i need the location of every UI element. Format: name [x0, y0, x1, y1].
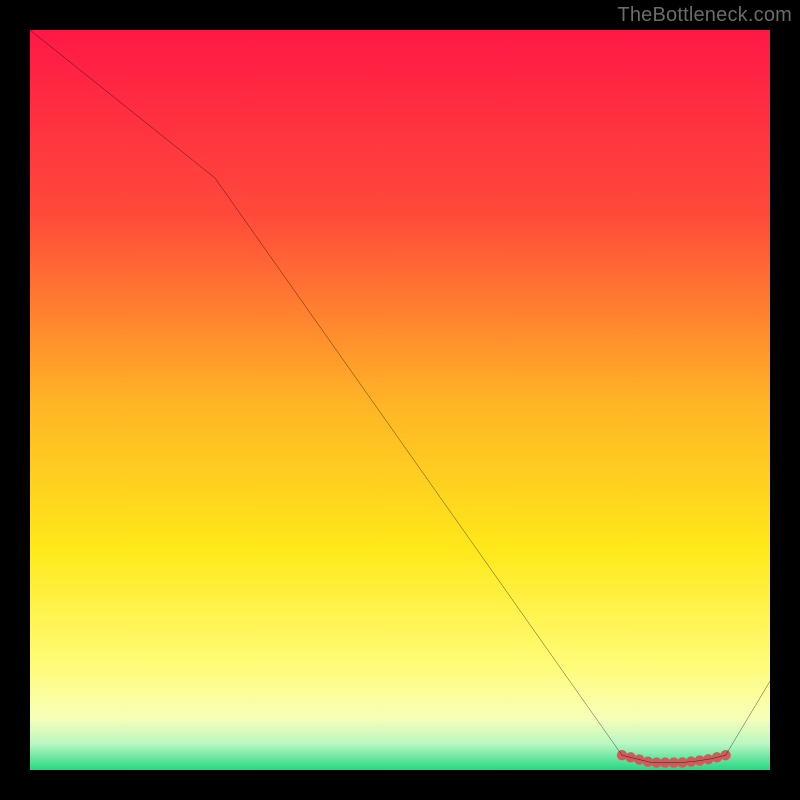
chart-svg: [30, 30, 770, 770]
chart-plot-area: [30, 30, 770, 770]
attribution-text: TheBottleneck.com: [617, 4, 792, 27]
chart-frame: TheBottleneck.com: [0, 0, 800, 800]
chart-background: [30, 30, 770, 770]
